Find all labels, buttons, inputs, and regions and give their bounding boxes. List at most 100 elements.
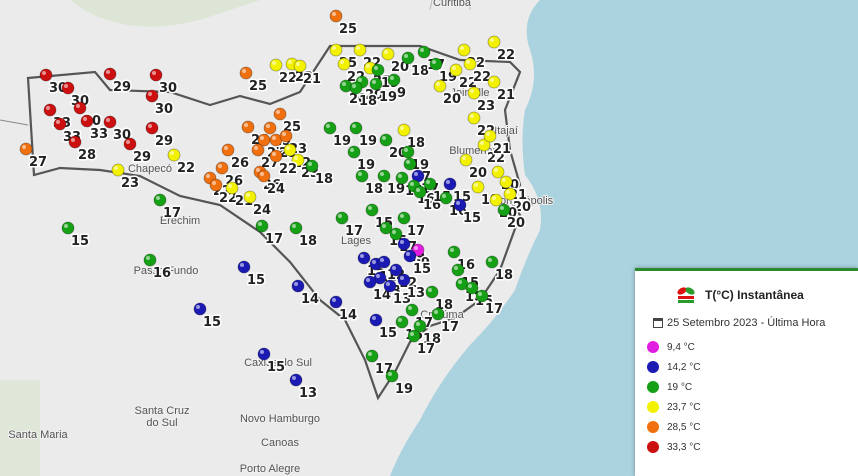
station-dot[interactable] bbox=[397, 123, 411, 137]
station-dot[interactable] bbox=[355, 169, 369, 183]
station-dot[interactable] bbox=[431, 307, 445, 321]
station-dot[interactable] bbox=[397, 237, 411, 251]
station-dot[interactable] bbox=[237, 260, 251, 274]
station-dot[interactable] bbox=[357, 251, 371, 265]
station-dot[interactable] bbox=[269, 58, 283, 72]
station-dot[interactable] bbox=[471, 180, 485, 194]
station-dot[interactable] bbox=[263, 121, 277, 135]
station-dot[interactable] bbox=[365, 203, 379, 217]
station-dot[interactable] bbox=[145, 121, 159, 135]
station-dot[interactable] bbox=[403, 157, 417, 171]
station-dot[interactable] bbox=[403, 249, 417, 263]
station-dot[interactable] bbox=[369, 77, 383, 91]
station-dot[interactable] bbox=[453, 198, 467, 212]
station-dot[interactable] bbox=[413, 185, 427, 199]
station-dot[interactable] bbox=[365, 349, 379, 363]
station-dot[interactable] bbox=[475, 289, 489, 303]
station-dot[interactable] bbox=[457, 43, 471, 57]
station-dot[interactable] bbox=[293, 59, 307, 73]
station-dot[interactable] bbox=[39, 68, 53, 82]
station-dot[interactable] bbox=[447, 245, 461, 259]
station-dot[interactable] bbox=[329, 43, 343, 57]
station-dot[interactable] bbox=[103, 115, 117, 129]
station-dot[interactable] bbox=[329, 295, 343, 309]
station-dot[interactable] bbox=[283, 143, 297, 157]
station-dot[interactable] bbox=[111, 163, 125, 177]
station-dot[interactable] bbox=[215, 161, 229, 175]
station-dot[interactable] bbox=[349, 81, 363, 95]
station-dot[interactable] bbox=[193, 302, 207, 316]
station-dot[interactable] bbox=[80, 114, 94, 128]
station-dot[interactable] bbox=[459, 153, 473, 167]
station-dot[interactable] bbox=[323, 121, 337, 135]
station-dot[interactable] bbox=[269, 149, 283, 163]
station-dot[interactable] bbox=[349, 121, 363, 135]
station-dot[interactable] bbox=[289, 373, 303, 387]
station-dot[interactable] bbox=[451, 263, 465, 277]
station-dot[interactable] bbox=[485, 255, 499, 269]
station-dot[interactable] bbox=[467, 111, 481, 125]
station-dot[interactable] bbox=[123, 137, 137, 151]
station-dot[interactable] bbox=[329, 9, 343, 23]
station-dot[interactable] bbox=[289, 221, 303, 235]
station-dot[interactable] bbox=[439, 191, 453, 205]
station-dot[interactable] bbox=[273, 107, 287, 121]
station-dot[interactable] bbox=[377, 255, 391, 269]
station-dot[interactable] bbox=[503, 187, 517, 201]
station-dot[interactable] bbox=[381, 47, 395, 61]
station-dot[interactable] bbox=[429, 57, 443, 71]
station-dot[interactable] bbox=[43, 103, 57, 117]
station-dot[interactable] bbox=[467, 86, 481, 100]
station-dot[interactable] bbox=[243, 190, 257, 204]
station-dot[interactable] bbox=[61, 81, 75, 95]
station-dot[interactable] bbox=[489, 193, 503, 207]
station-dot[interactable] bbox=[335, 211, 349, 225]
station-dot[interactable] bbox=[443, 177, 457, 191]
station-dot[interactable] bbox=[389, 263, 403, 277]
station-dot[interactable] bbox=[369, 313, 383, 327]
station-dot[interactable] bbox=[337, 57, 351, 71]
station-dot[interactable] bbox=[153, 193, 167, 207]
station-dot[interactable] bbox=[465, 281, 479, 295]
station-dot[interactable] bbox=[251, 143, 265, 157]
station-dot[interactable] bbox=[487, 35, 501, 49]
station-dot[interactable] bbox=[305, 159, 319, 173]
station-dot[interactable] bbox=[491, 165, 505, 179]
station-dot[interactable] bbox=[291, 279, 305, 293]
station-dot[interactable] bbox=[463, 57, 477, 71]
station-dot[interactable] bbox=[401, 145, 415, 159]
station-dot[interactable] bbox=[385, 369, 399, 383]
station-dot[interactable] bbox=[257, 347, 271, 361]
station-dot[interactable] bbox=[401, 51, 415, 65]
station-dot[interactable] bbox=[167, 148, 181, 162]
station-dot[interactable] bbox=[497, 203, 511, 217]
station-dot[interactable] bbox=[371, 63, 385, 77]
station-dot[interactable] bbox=[395, 171, 409, 185]
station-dot[interactable] bbox=[279, 129, 293, 143]
station-dot[interactable] bbox=[255, 219, 269, 233]
station-dot[interactable] bbox=[487, 75, 501, 89]
station-dot[interactable] bbox=[377, 169, 391, 183]
station-dot[interactable] bbox=[221, 143, 235, 157]
station-dot[interactable] bbox=[68, 135, 82, 149]
station-dot[interactable] bbox=[397, 211, 411, 225]
station-dot[interactable] bbox=[61, 221, 75, 235]
station-dot[interactable] bbox=[425, 285, 439, 299]
station-dot[interactable] bbox=[73, 101, 87, 115]
station-dot[interactable] bbox=[53, 117, 67, 131]
station-dot[interactable] bbox=[363, 275, 377, 289]
station-dot[interactable] bbox=[423, 177, 437, 191]
station-dot[interactable] bbox=[353, 43, 367, 57]
station-dot[interactable] bbox=[241, 120, 255, 134]
station-dot[interactable] bbox=[257, 169, 271, 183]
station-dot[interactable] bbox=[145, 89, 159, 103]
station-dot[interactable] bbox=[407, 329, 421, 343]
station-dot[interactable] bbox=[417, 45, 431, 59]
station-dot[interactable] bbox=[149, 68, 163, 82]
station-dot[interactable] bbox=[225, 181, 239, 195]
station-dot[interactable] bbox=[433, 79, 447, 93]
station-dot[interactable] bbox=[383, 279, 397, 293]
station-dot[interactable] bbox=[387, 73, 401, 87]
station-dot[interactable] bbox=[103, 67, 117, 81]
station-dot[interactable] bbox=[209, 178, 223, 192]
